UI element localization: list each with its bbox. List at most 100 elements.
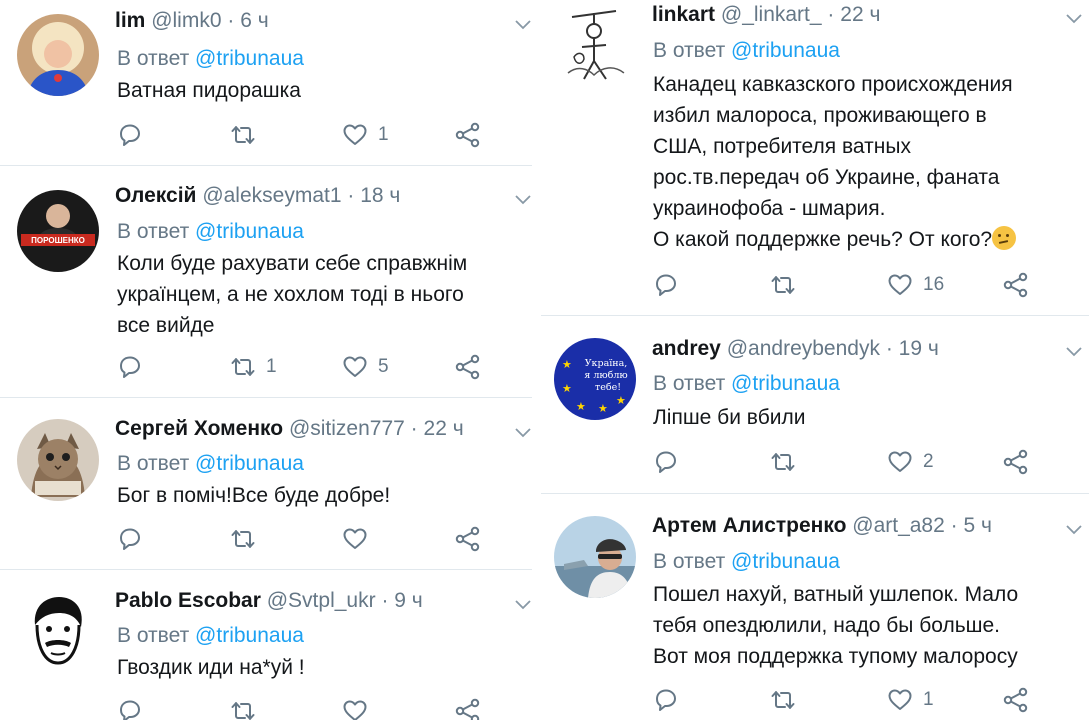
avatar-poroshenko-icon[interactable]: ПОРОШЕНКО bbox=[17, 190, 99, 272]
share-button[interactable] bbox=[1003, 449, 1029, 475]
reply-button[interactable] bbox=[117, 698, 153, 720]
chevron-down-icon[interactable] bbox=[515, 20, 531, 30]
tweet[interactable]: Артем Алистренко @art_a82 · 5 ч В ответ … bbox=[541, 494, 1089, 720]
user-handle[interactable]: @alekseymat1 bbox=[202, 184, 341, 207]
like-button[interactable]: 1 bbox=[342, 122, 389, 148]
reply-mention-link[interactable]: @tribunaua bbox=[195, 624, 304, 647]
timestamp[interactable]: 22 ч bbox=[424, 417, 464, 440]
like-button[interactable]: 16 bbox=[887, 272, 944, 298]
share-button[interactable] bbox=[455, 354, 481, 380]
reply-context: В ответ @tribunaua bbox=[653, 38, 840, 64]
reply-prefix: В ответ bbox=[653, 39, 726, 62]
like-button[interactable] bbox=[342, 698, 378, 720]
tweet[interactable]: ★ ★ ★ ★ ★ Україна, я люблю тебе! andrey @and… bbox=[541, 316, 1089, 493]
user-handle[interactable]: @art_a82 bbox=[852, 514, 945, 537]
share-icon bbox=[455, 526, 480, 552]
reply-button[interactable] bbox=[653, 449, 689, 475]
tweet[interactable]: linkart @_linkart_ · 22 ч В ответ @tribu… bbox=[541, 0, 1089, 315]
user-name[interactable]: lim bbox=[115, 9, 145, 32]
tweet[interactable]: Pablo Escobar @Svtpl_ukr · 9 ч В ответ @… bbox=[0, 570, 532, 720]
retweet-button[interactable] bbox=[230, 526, 266, 552]
share-button[interactable] bbox=[455, 122, 481, 148]
timestamp[interactable]: 9 ч bbox=[394, 589, 422, 612]
reply-mention-link[interactable]: @tribunaua bbox=[195, 47, 304, 70]
retweet-button[interactable]: 1 bbox=[230, 354, 277, 380]
reply-button[interactable] bbox=[117, 354, 153, 380]
user-name[interactable]: linkart bbox=[652, 3, 715, 26]
avatar-sketch-face-icon[interactable] bbox=[17, 591, 99, 673]
like-button[interactable]: 2 bbox=[887, 449, 934, 475]
avatar-sketch-figure-icon[interactable] bbox=[554, 3, 636, 85]
reply-mention-link[interactable]: @tribunaua bbox=[731, 550, 840, 573]
chevron-down-icon[interactable] bbox=[515, 600, 531, 610]
chevron-down-icon[interactable] bbox=[515, 428, 531, 438]
reply-icon bbox=[120, 356, 140, 378]
retweet-button[interactable] bbox=[770, 687, 806, 713]
retweet-button[interactable] bbox=[230, 122, 266, 148]
user-name[interactable]: Артем Алистренко bbox=[652, 514, 846, 537]
svg-text:★: ★ bbox=[576, 400, 586, 413]
reply-button[interactable] bbox=[653, 272, 689, 298]
timestamp[interactable]: 5 ч bbox=[963, 514, 991, 537]
user-name[interactable]: andrey bbox=[652, 337, 721, 360]
avatar-kitten-icon[interactable] bbox=[17, 419, 99, 501]
chevron-down-icon[interactable] bbox=[1066, 347, 1082, 357]
share-button[interactable] bbox=[455, 698, 481, 720]
like-button[interactable]: 5 bbox=[342, 354, 389, 380]
user-name[interactable]: Олексій bbox=[115, 184, 196, 207]
user-handle[interactable]: @limk0 bbox=[151, 9, 221, 32]
user-handle[interactable]: @sitizen777 bbox=[289, 417, 405, 440]
heart-icon bbox=[343, 528, 367, 549]
share-icon bbox=[455, 698, 480, 720]
svg-text:★: ★ bbox=[562, 358, 572, 371]
heart-icon bbox=[343, 700, 367, 720]
avatar-eu-flag-icon[interactable]: ★ ★ ★ ★ ★ Україна, я люблю тебе! bbox=[554, 338, 636, 420]
share-icon bbox=[1003, 272, 1028, 298]
tweet-actions bbox=[117, 698, 487, 720]
retweet-button[interactable] bbox=[230, 698, 266, 720]
reply-context: В ответ @tribunaua bbox=[117, 46, 304, 72]
retweet-button[interactable] bbox=[770, 272, 806, 298]
share-button[interactable] bbox=[1003, 687, 1029, 713]
retweet-icon bbox=[231, 358, 255, 376]
timestamp[interactable]: 6 ч bbox=[240, 9, 268, 32]
reply-mention-link[interactable]: @tribunaua bbox=[195, 452, 304, 475]
chevron-down-icon[interactable] bbox=[515, 195, 531, 205]
tweet-header: lim @limk0 · 6 ч bbox=[115, 8, 269, 34]
reply-button[interactable] bbox=[117, 526, 153, 552]
user-name[interactable]: Pablo Escobar bbox=[115, 589, 261, 612]
like-button[interactable] bbox=[342, 526, 378, 552]
chevron-down-icon[interactable] bbox=[1066, 525, 1082, 535]
user-handle[interactable]: @_linkart_ bbox=[721, 3, 822, 26]
reply-mention-link[interactable]: @tribunaua bbox=[731, 39, 840, 62]
share-button[interactable] bbox=[1003, 272, 1029, 298]
reply-button[interactable] bbox=[653, 687, 689, 713]
reply-button[interactable] bbox=[117, 122, 153, 148]
avatar-man-cap-icon[interactable] bbox=[554, 516, 636, 598]
tweet[interactable]: ПОРОШЕНКО Олексій @alekseymat1 · 18 ч В … bbox=[0, 166, 532, 397]
tweet[interactable]: lim @limk0 · 6 ч В ответ @tribunaua Ватн… bbox=[0, 0, 532, 165]
retweet-button[interactable] bbox=[770, 449, 806, 475]
user-name[interactable]: Сергей Хоменко bbox=[115, 417, 283, 440]
user-handle[interactable]: @andreybendyk bbox=[727, 337, 880, 360]
timestamp[interactable]: 22 ч bbox=[840, 3, 880, 26]
timestamp[interactable]: 19 ч bbox=[899, 337, 939, 360]
reply-prefix: В ответ bbox=[117, 47, 190, 70]
reply-prefix: В ответ bbox=[653, 372, 726, 395]
reply-mention-link[interactable]: @tribunaua bbox=[731, 372, 840, 395]
timestamp[interactable]: 18 ч bbox=[360, 184, 400, 207]
share-button[interactable] bbox=[455, 526, 481, 552]
reply-context: В ответ @tribunaua bbox=[117, 451, 304, 477]
reply-mention-link[interactable]: @tribunaua bbox=[195, 220, 304, 243]
tweet-text: Ліпше би вбили bbox=[653, 406, 806, 429]
svg-text:★: ★ bbox=[562, 382, 572, 395]
like-button[interactable]: 1 bbox=[887, 687, 934, 713]
avatar-woman-icon[interactable] bbox=[17, 14, 99, 96]
user-handle[interactable]: @Svtpl_ukr bbox=[267, 589, 376, 612]
chevron-down-icon[interactable] bbox=[1066, 14, 1082, 24]
tweet[interactable]: Сергей Хоменко @sitizen777 · 22 ч В отве… bbox=[0, 398, 532, 569]
heart-icon bbox=[343, 356, 367, 377]
tweet-actions: 2 bbox=[653, 449, 1033, 475]
retweet-icon bbox=[231, 126, 255, 144]
tweet-text-content: Канадец кавказского происхождения избил … bbox=[653, 73, 1013, 251]
